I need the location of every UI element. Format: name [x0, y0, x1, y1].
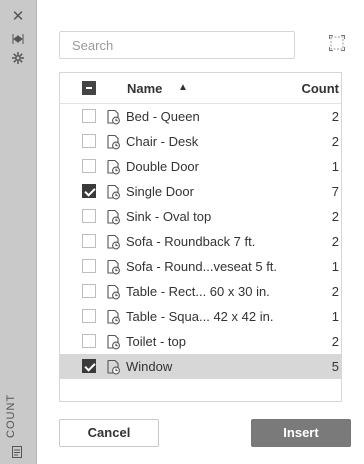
table-header: Name ▲ Count [60, 73, 341, 104]
row-checkbox[interactable] [82, 109, 96, 123]
table-row[interactable]: Window 5 [60, 354, 341, 379]
row-count: 2 [331, 334, 339, 349]
row-checkbox[interactable] [82, 359, 96, 373]
row-count: 1 [331, 159, 339, 174]
row-name: Window [126, 359, 173, 374]
block-icon [105, 134, 121, 150]
table-row[interactable]: Sofa - Round...veseat 5 ft. 1 [60, 254, 341, 279]
row-name: Sofa - Round...veseat 5 ft. [126, 259, 278, 274]
row-count: 2 [331, 134, 339, 149]
row-checkbox[interactable] [82, 284, 96, 298]
cancel-button[interactable]: Cancel [59, 419, 159, 447]
search-input[interactable] [59, 31, 295, 59]
row-count: 7 [331, 184, 339, 199]
row-name: Table - Squa... 42 x 42 in. [126, 309, 274, 324]
settings-icon[interactable] [0, 52, 36, 67]
row-count: 2 [331, 234, 339, 249]
row-name: Sofa - Roundback 7 ft. [126, 234, 256, 249]
row-count: 5 [331, 359, 339, 374]
insert-button[interactable]: Insert [251, 419, 351, 447]
palette-title: COUNT [5, 393, 17, 438]
row-count: 1 [331, 259, 339, 274]
name-column-header[interactable]: Name [127, 81, 162, 96]
row-name: Double Door [126, 159, 199, 174]
table-row[interactable]: Table - Rect... 60 x 30 in. 2 [60, 279, 341, 304]
row-name: Chair - Desk [126, 134, 199, 149]
row-checkbox[interactable] [82, 184, 96, 198]
block-count-table: Name ▲ Count Bed - Queen 2 Chair - Desk 2 Do… [59, 72, 342, 402]
table-body: Bed - Queen 2 Chair - Desk 2 Double Door 1 Sin… [60, 104, 341, 379]
close-icon[interactable]: ✕ [0, 9, 36, 24]
block-icon [105, 184, 121, 200]
row-checkbox[interactable] [82, 234, 96, 248]
table-row[interactable]: Bed - Queen 2 [60, 104, 341, 129]
table-row[interactable]: Sink - Oval top 2 [60, 204, 341, 229]
table-row[interactable]: Single Door 7 [60, 179, 341, 204]
row-name: Single Door [126, 184, 194, 199]
row-checkbox[interactable] [82, 159, 96, 173]
table-row[interactable]: Double Door 1 [60, 154, 341, 179]
palette-side-strip: ✕ COUNT [0, 0, 37, 464]
block-icon [105, 309, 121, 325]
row-name: Toilet - top [126, 334, 186, 349]
block-icon [105, 359, 121, 375]
row-count: 2 [331, 109, 339, 124]
sort-ascending-icon: ▲ [178, 82, 188, 93]
row-count: 2 [331, 284, 339, 299]
row-checkbox[interactable] [82, 209, 96, 223]
select-objects-icon[interactable] [329, 35, 345, 51]
block-icon [105, 234, 121, 250]
block-icon [105, 109, 121, 125]
block-icon [105, 159, 121, 175]
row-name: Bed - Queen [126, 109, 200, 124]
block-icon [105, 259, 121, 275]
block-icon [105, 209, 121, 225]
row-checkbox[interactable] [82, 259, 96, 273]
row-count: 2 [331, 209, 339, 224]
table-row[interactable]: Table - Squa... 42 x 42 in. 1 [60, 304, 341, 329]
table-row[interactable]: Sofa - Roundback 7 ft. 2 [60, 229, 341, 254]
count-palette: Name ▲ Count Bed - Queen 2 Chair - Desk 2 Do… [37, 0, 364, 464]
row-name: Table - Rect... 60 x 30 in. [126, 284, 270, 299]
row-name: Sink - Oval top [126, 209, 212, 224]
collapse-icon[interactable] [0, 33, 36, 47]
row-checkbox[interactable] [82, 134, 96, 148]
row-count: 1 [331, 309, 339, 324]
count-column-header[interactable]: Count [301, 81, 339, 96]
row-checkbox[interactable] [82, 309, 96, 323]
table-row[interactable]: Chair - Desk 2 [60, 129, 341, 154]
block-icon [105, 284, 121, 300]
row-checkbox[interactable] [82, 334, 96, 348]
palette-properties-icon[interactable] [0, 446, 36, 461]
select-all-checkbox[interactable] [82, 81, 96, 95]
table-row[interactable]: Toilet - top 2 [60, 329, 341, 354]
block-icon [105, 334, 121, 350]
